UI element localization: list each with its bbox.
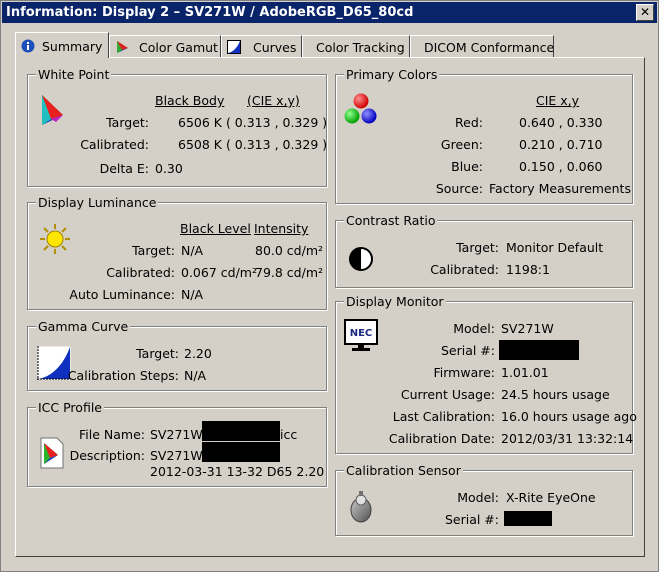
lum-target-black: N/A <box>181 243 204 258</box>
monitor-serial-label: Serial #: <box>440 343 495 358</box>
tab-dicom-label: DICOM Conformance <box>424 40 555 55</box>
nec-logo-text: NEC <box>350 328 373 339</box>
contrast-icon <box>349 247 373 271</box>
monitor-cal-date-value: 2012/03/31 13:32:14 <box>501 431 634 446</box>
gamma-target-value: 2.20 <box>184 346 212 361</box>
lum-black-header: Black Level <box>180 221 251 236</box>
monitor-firmware-label: Firmware: <box>433 365 496 380</box>
wp-target-label: Target: <box>106 115 149 130</box>
monitor-model-value: SV271W <box>501 321 554 336</box>
white-point-title: White Point <box>36 67 112 82</box>
tab-summary[interactable]: Summary <box>15 32 109 58</box>
contrast-target-label: Target: <box>456 240 499 255</box>
contrast-calibrated-label: Calibrated: <box>430 262 499 277</box>
tab-color-gamut[interactable]: Color Gamut <box>109 35 221 57</box>
wp-target-value: 6506 K ( 0.313 , 0.329 ) <box>178 115 328 130</box>
wp-calibrated-value: 6508 K ( 0.313 , 0.329 ) <box>178 137 328 152</box>
contrast-target-value: Monitor Default <box>506 240 604 255</box>
primaries-title: Primary Colors <box>344 67 440 82</box>
icc-desc-line2: 2012-03-31 13-32 D65 2.20 <box>150 464 325 479</box>
icc-file-suffix: icc <box>280 427 298 442</box>
icc-desc-label: Description: <box>69 448 145 463</box>
redacted-monitor-serial <box>499 340 579 360</box>
gamma-steps-label: Calibration Steps: <box>67 368 179 383</box>
lum-target-label: Target: <box>132 243 175 258</box>
info-window: Information: Display 2 – SV271W / AdobeR… <box>0 0 659 572</box>
lum-target-intensity: 80.0 cd/m² <box>255 243 324 258</box>
tab-curves-label: Curves <box>253 40 297 55</box>
color-gamut-icon <box>117 41 128 53</box>
sensor-title: Calibration Sensor <box>344 463 463 478</box>
monitor-cal-date-label: Calibration Date: <box>388 431 495 446</box>
monitor-model-label: Model: <box>453 321 495 336</box>
window-title: Information: Display 2 – SV271W / AdobeR… <box>6 5 414 20</box>
primaries-cie-header: CIE x,y <box>536 93 580 108</box>
primaries-green-label: Green: <box>440 137 483 152</box>
sensor-model-value: X-Rite EyeOne <box>506 490 596 505</box>
primaries-source-label: Source: <box>435 181 483 196</box>
gamma-target-label: Target: <box>136 346 179 361</box>
close-button[interactable]: ✕ <box>636 4 654 21</box>
contrast-calibrated-value: 1198:1 <box>506 262 550 277</box>
primaries-red-value: 0.640 , 0.330 <box>519 115 603 130</box>
sensor-serial-label: Serial #: <box>444 512 499 527</box>
gamma-steps-value: N/A <box>184 368 207 383</box>
redacted-sensor-serial <box>504 511 552 526</box>
primaries-source-value: Factory Measurements <box>489 181 631 196</box>
sensor-model-label: Model: <box>457 490 499 505</box>
wp-cie-header: (CIE x,y) <box>247 93 300 108</box>
redacted-filename <box>202 421 280 441</box>
monitor-firmware-value: 1.01.01 <box>501 365 549 380</box>
monitor-title: Display Monitor <box>344 294 446 309</box>
monitor-last-cal-value: 16.0 hours usage ago <box>501 409 637 424</box>
rgb-primaries-icon <box>344 93 377 124</box>
lum-calibrated-intensity: 79.8 cd/m² <box>255 265 324 280</box>
wp-blackbody-header: Black Body <box>155 93 225 108</box>
monitor-usage-label: Current Usage: <box>400 387 495 402</box>
info-icon <box>21 39 35 53</box>
lum-auto-label: Auto Luminance: <box>69 287 175 302</box>
primaries-blue-label: Blue: <box>451 159 483 174</box>
contrast-title: Contrast Ratio <box>344 213 438 228</box>
lum-calibrated-label: Calibrated: <box>106 265 175 280</box>
calibration-sensor-icon <box>350 491 372 523</box>
icc-file-prefix: SV271W <box>150 427 203 442</box>
tab-color-tracking-label: Color Tracking <box>316 40 405 55</box>
lum-intensity-header: Intensity <box>254 221 309 236</box>
tab-color-tracking[interactable]: Color Tracking <box>302 35 410 57</box>
lum-calibrated-black: 0.067 cd/m² <box>181 265 257 280</box>
title-bar[interactable]: Information: Display 2 – SV271W / AdobeR… <box>2 2 657 23</box>
tab-curves[interactable]: Curves <box>221 35 302 57</box>
icc-file-label: File Name: <box>79 427 145 442</box>
monitor-usage-value: 24.5 hours usage <box>501 387 610 402</box>
primaries-blue-value: 0.150 , 0.060 <box>519 159 603 174</box>
primaries-red-label: Red: <box>455 115 483 130</box>
wp-calibrated-label: Calibrated: <box>80 137 149 152</box>
primaries-green-value: 0.210 , 0.710 <box>519 137 603 152</box>
luminance-title: Display Luminance <box>36 195 159 210</box>
icc-desc-prefix: SV271W <box>150 448 203 463</box>
tab-summary-label: Summary <box>42 39 103 54</box>
wp-delta-value: 0.30 <box>155 161 183 176</box>
tab-color-gamut-label: Color Gamut <box>139 40 218 55</box>
wp-delta-label: Delta E: <box>99 161 149 176</box>
icc-title: ICC Profile <box>36 400 104 415</box>
monitor-last-cal-label: Last Calibration: <box>392 409 495 424</box>
gamma-title: Gamma Curve <box>36 319 131 334</box>
lum-auto-value: N/A <box>181 287 204 302</box>
redacted-description <box>202 442 280 462</box>
tab-dicom-conformance[interactable]: DICOM Conformance <box>410 35 554 57</box>
monitor-icon: NEC <box>344 319 378 351</box>
curves-icon <box>227 40 241 54</box>
